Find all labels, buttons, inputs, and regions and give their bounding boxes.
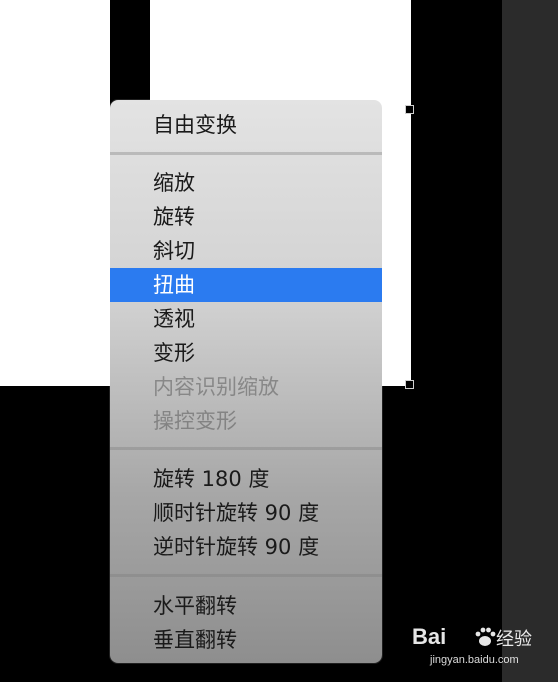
menu-item-rotate-90-ccw[interactable]: 逆时针旋转 90 度: [110, 530, 382, 564]
menu-item-distort[interactable]: 扭曲: [110, 268, 382, 302]
canvas-left-area: [0, 0, 110, 386]
transform-context-menu: 自由变换 缩放 旋转 斜切 扭曲 透视 变形 内容识别缩放 操控变形 旋转 18…: [110, 100, 382, 663]
menu-item-scale[interactable]: 缩放: [110, 166, 382, 200]
watermark-url: jingyan.baidu.com: [430, 654, 519, 666]
menu-item-skew[interactable]: 斜切: [110, 234, 382, 268]
canvas-border-right: [410, 0, 411, 386]
menu-separator: [110, 447, 382, 450]
baidu-logo-text: Bai: [412, 624, 447, 649]
jingyan-brand-text: 经验: [496, 629, 532, 650]
side-panel: [502, 0, 558, 682]
paw-icon: [475, 627, 496, 646]
menu-item-puppet-warp: 操控变形: [153, 409, 237, 433]
menu-item-perspective[interactable]: 透视: [110, 302, 382, 336]
menu-item-flip-vertical[interactable]: 垂直翻转: [110, 623, 382, 657]
menu-item-warp[interactable]: 变形: [110, 336, 382, 370]
transform-handle-top-right[interactable]: [405, 105, 414, 114]
menu-separator: [110, 152, 382, 155]
menu-item-rotate[interactable]: 旋转: [110, 200, 382, 234]
menu-item-rotate-180[interactable]: 旋转 180 度: [110, 462, 382, 496]
menu-separator: [110, 574, 382, 577]
menu-item-free-transform[interactable]: 自由变换: [110, 108, 382, 142]
baidu-jingyan-watermark: Bai 经验 jingyan.baidu.com: [412, 624, 532, 670]
menu-item-content-aware-scale: 内容识别缩放: [153, 375, 279, 399]
transform-handle-bottom-right[interactable]: [405, 380, 414, 389]
menu-item-rotate-90-cw[interactable]: 顺时针旋转 90 度: [110, 496, 382, 530]
menu-item-flip-horizontal[interactable]: 水平翻转: [110, 589, 382, 623]
